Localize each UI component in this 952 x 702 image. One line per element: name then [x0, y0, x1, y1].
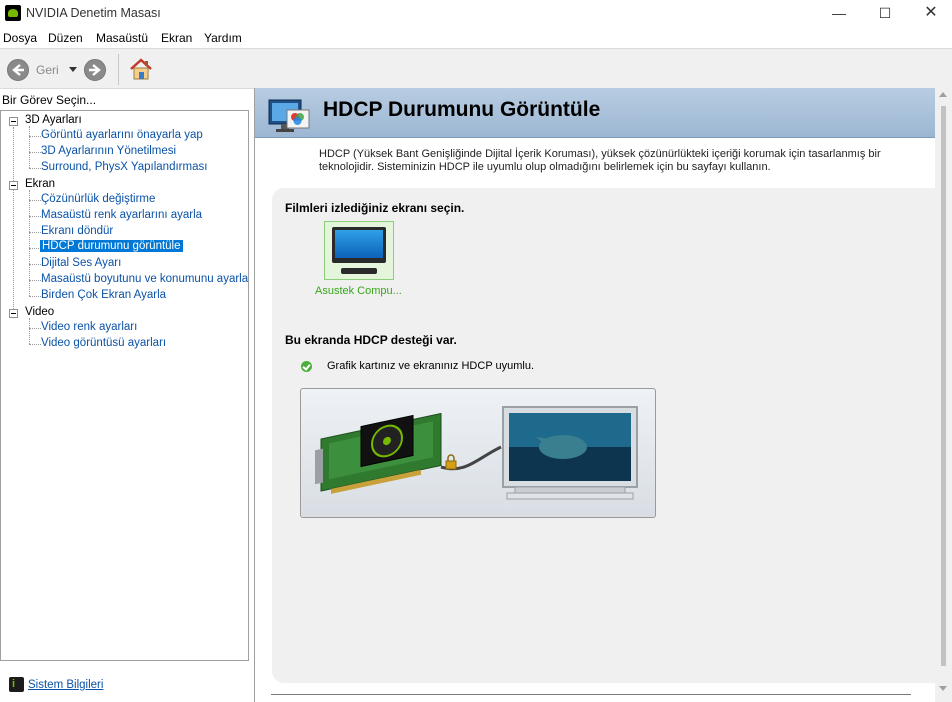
- toolbar-separator: [118, 54, 119, 85]
- tree-guide: [13, 127, 14, 313]
- tree-guide: [29, 344, 41, 345]
- gpu-to-display-illustration: [315, 406, 638, 500]
- page-title: HDCP Durumunu Görüntüle: [323, 98, 601, 121]
- tree-guide: [29, 296, 41, 297]
- content-pane: HDCP Durumunu Görüntüle HDCP (Yüksek Ban…: [254, 88, 952, 702]
- monitor-icon: [332, 227, 386, 263]
- tree-group-3d-ayarlari[interactable]: 3D Ayarları: [25, 114, 82, 126]
- close-button[interactable]: ✕: [908, 0, 952, 28]
- menu-dosya[interactable]: Dosya: [3, 31, 37, 45]
- menu-ekran[interactable]: Ekran: [161, 31, 192, 45]
- horizontal-scroll-track: [271, 694, 911, 695]
- tree-guide: [29, 200, 41, 201]
- tree-item-3d-yonetim[interactable]: 3D Ayarlarının Yönetilmesi: [41, 145, 176, 157]
- tree-group-ekran[interactable]: Ekran: [25, 178, 55, 190]
- page-header: HDCP Durumunu Görüntüle: [255, 88, 935, 138]
- menu-masaustu[interactable]: Masaüstü: [96, 31, 148, 45]
- tree-group-video[interactable]: Video: [25, 306, 54, 318]
- tree-guide: [29, 318, 30, 344]
- scroll-down-icon[interactable]: [939, 686, 947, 691]
- tree-guide: [29, 136, 41, 137]
- tree-item-video-goruntu[interactable]: Video görüntüsü ayarları: [41, 337, 166, 349]
- tree-item-coklu-ekran[interactable]: Birden Çok Ekran Ayarla: [41, 289, 166, 301]
- nvidia-app-icon: [5, 5, 21, 21]
- system-info-icon[interactable]: [9, 677, 24, 692]
- title-bar: NVIDIA Denetim Masası — ☐ ✕: [0, 0, 952, 28]
- tree-guide: [29, 168, 41, 169]
- display-name[interactable]: Asustek Compu...: [315, 285, 402, 297]
- back-arrow-icon[interactable]: [7, 59, 29, 81]
- tree-guide: [29, 126, 30, 168]
- hdcp-panel: Filmleri izlediğiniz ekranı seçin. Asust…: [272, 188, 935, 683]
- collapse-3d-ayarlari-icon[interactable]: [9, 117, 18, 126]
- tree-item-ekrani-dondur[interactable]: Ekranı döndür: [41, 225, 113, 237]
- forward-arrow-icon[interactable]: [84, 59, 106, 81]
- collapse-video-icon[interactable]: [9, 309, 18, 318]
- vertical-scrollbar[interactable]: [935, 88, 952, 702]
- monitor-stand: [341, 268, 377, 274]
- scroll-up-icon[interactable]: [939, 92, 947, 97]
- tree-guide: [29, 280, 41, 281]
- hdcp-support-heading: Bu ekranda HDCP desteği var.: [285, 333, 457, 347]
- tree-item-video-renk[interactable]: Video renk ayarları: [41, 321, 137, 333]
- tree-guide: [29, 264, 41, 265]
- menu-duzen[interactable]: Düzen: [48, 31, 83, 45]
- home-icon[interactable]: [128, 56, 154, 82]
- tree-guide: [29, 152, 41, 153]
- menu-bar: Dosya Düzen Masaüstü Ekran Yardım: [0, 28, 952, 48]
- history-dropdown-icon[interactable]: [69, 67, 77, 72]
- display-tile[interactable]: [324, 221, 394, 280]
- tree-guide: [29, 216, 41, 217]
- tree-item-boyut-konum[interactable]: Masaüstü boyutunu ve konumunu ayarla: [41, 273, 248, 285]
- select-display-heading: Filmleri izlediğiniz ekranı seçin.: [285, 201, 465, 215]
- menu-yardim[interactable]: Yardım: [204, 31, 242, 45]
- system-info-link[interactable]: Sistem Bilgileri: [28, 679, 103, 691]
- check-icon: [301, 361, 312, 372]
- task-tree: 3D Ayarları Görüntü ayarlarını önayarla …: [0, 110, 249, 661]
- tree-item-hdcp-durumu[interactable]: HDCP durumunu görüntüle: [40, 240, 183, 252]
- tree-item-goruntu-onayarla[interactable]: Görüntü ayarlarını önayarla yap: [41, 129, 203, 141]
- display-settings-icon: [268, 99, 310, 132]
- collapse-ekran-icon[interactable]: [9, 181, 18, 190]
- tree-item-surround-physx[interactable]: Surround, PhysX Yapılandırması: [41, 161, 207, 173]
- maximize-button[interactable]: ☐: [862, 0, 908, 28]
- hdcp-status-text: Grafik kartınız ve ekranınız HDCP uyumlu…: [327, 360, 535, 372]
- window-title: NVIDIA Denetim Masası: [26, 6, 161, 20]
- tree-item-cozunurluk[interactable]: Çözünürlük değiştirme: [41, 193, 155, 205]
- minimize-button[interactable]: —: [816, 0, 862, 28]
- page-description: HDCP (Yüksek Bant Genişliğinde Dijital İ…: [319, 148, 881, 173]
- task-panel-heading: Bir Görev Seçin...: [2, 93, 97, 107]
- tree-guide: [29, 328, 41, 329]
- hdcp-illustration: [300, 388, 656, 518]
- tree-item-dijital-ses[interactable]: Dijital Ses Ayarı: [41, 257, 121, 269]
- back-label[interactable]: Geri: [36, 63, 59, 77]
- toolbar: Geri: [0, 48, 952, 89]
- tree-item-renk-ayarla[interactable]: Masaüstü renk ayarlarını ayarla: [41, 209, 202, 221]
- scroll-thumb[interactable]: [941, 106, 946, 666]
- tree-guide: [29, 232, 41, 233]
